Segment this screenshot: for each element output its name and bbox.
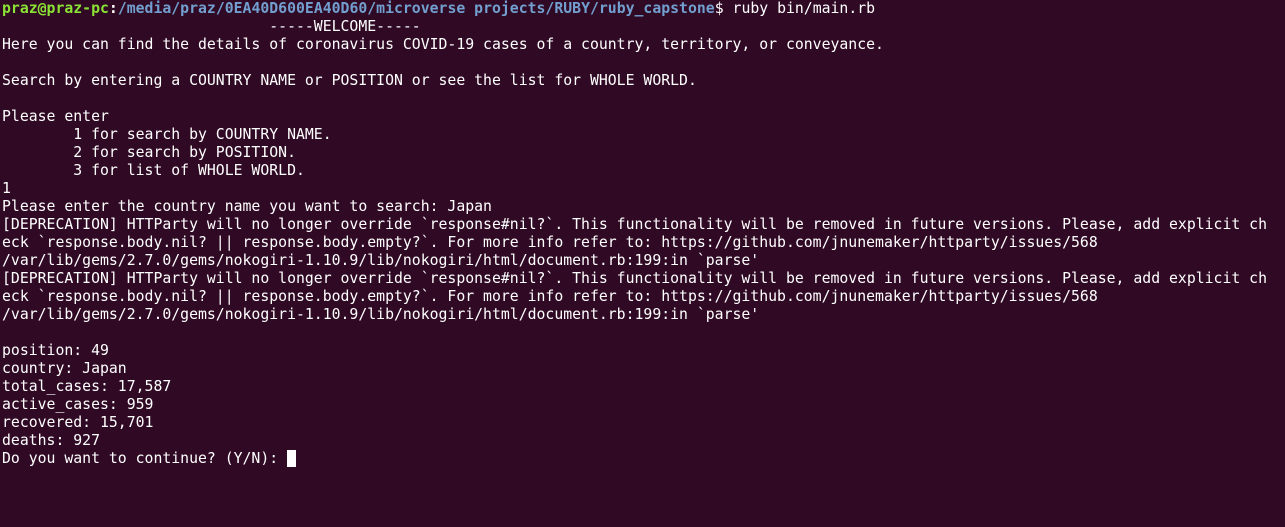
cursor-block[interactable] [287,450,297,467]
terminal-window[interactable]: praz@praz-pc:/media/praz/0EA40D600EA40D6… [0,0,1285,527]
output-line: active_cases: 959 [2,396,154,413]
output-line: [DEPRECATION] HTTParty will no longer ov… [2,270,1268,287]
terminal-output: -----WELCOME----- Here you can find the … [2,18,1285,450]
output-line: [DEPRECATION] HTTParty will no longer ov… [2,216,1268,233]
output-line: position: 49 [2,342,109,359]
output-line: recovered: 15,701 [2,414,154,431]
output-line: Please enter the country name you want t… [2,198,492,215]
output-line: -----WELCOME----- [2,18,421,35]
output-line: eck `response.body.nil? || response.body… [2,288,1098,305]
output-line: total_cases: 17,587 [2,378,172,395]
input-prompt-line[interactable]: Do you want to continue? (Y/N): [2,450,1285,468]
continue-prompt: Do you want to continue? (Y/N): [2,450,288,467]
shell-prompt-line: praz@praz-pc:/media/praz/0EA40D600EA40D6… [2,0,1285,18]
output-line: Here you can find the details of coronav… [2,36,884,53]
output-line: 2 for search by POSITION. [2,144,296,161]
prompt-user-host: praz@praz-pc [2,0,109,17]
output-line: 1 for search by COUNTRY NAME. [2,126,332,143]
output-line: 1 [2,180,11,197]
prompt-colon: : [108,0,118,17]
output-line: /var/lib/gems/2.7.0/gems/nokogiri-1.10.9… [2,306,760,323]
prompt-command: ruby bin/main.rb [732,0,876,17]
output-line: Please enter [2,108,109,125]
prompt-path: /media/praz/0EA40D600EA40D60/microverse … [117,0,715,17]
output-line: country: Japan [2,360,127,377]
output-line: Search by entering a COUNTRY NAME or POS… [2,72,697,89]
prompt-symbol: $ [714,0,733,17]
output-line: deaths: 927 [2,432,100,449]
output-line: eck `response.body.nil? || response.body… [2,234,1098,251]
output-line: /var/lib/gems/2.7.0/gems/nokogiri-1.10.9… [2,252,760,269]
output-line: 3 for list of WHOLE WORLD. [2,162,305,179]
